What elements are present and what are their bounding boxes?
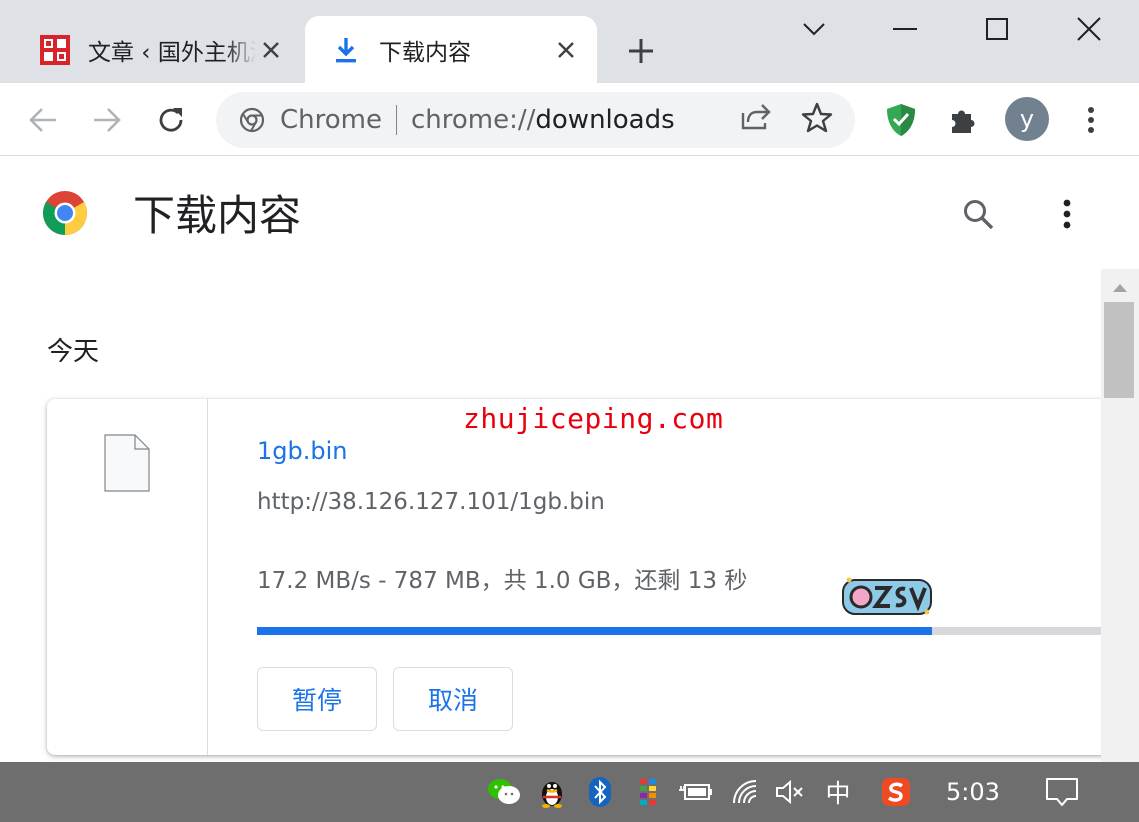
ime-indicator[interactable]: 中 bbox=[818, 762, 858, 822]
new-tab-button[interactable] bbox=[622, 32, 660, 70]
date-header: 今天 bbox=[47, 337, 100, 367]
bluetooth-icon[interactable] bbox=[580, 762, 620, 822]
vertical-scrollbar[interactable] bbox=[1101, 269, 1139, 762]
tab-close-icon[interactable] bbox=[551, 35, 581, 65]
adguard-shield-icon[interactable] bbox=[880, 99, 922, 141]
back-arrow-icon[interactable] bbox=[22, 99, 64, 141]
windows-taskbar: 中 5:03 bbox=[0, 762, 1139, 822]
chrome-site-icon bbox=[238, 106, 266, 134]
scrollbar-thumb[interactable] bbox=[1104, 302, 1134, 398]
cancel-button[interactable]: 取消 bbox=[393, 667, 513, 731]
file-icon bbox=[104, 434, 150, 492]
window-close-icon[interactable] bbox=[1066, 10, 1112, 48]
url-scheme: chrome:// bbox=[410, 105, 536, 135]
minimize-icon[interactable] bbox=[882, 10, 928, 48]
extensions-puzzle-icon[interactable] bbox=[942, 99, 984, 141]
file-source-url[interactable]: http://38.126.127.101/1gb.bin bbox=[257, 489, 605, 515]
wechat-icon[interactable] bbox=[484, 762, 524, 822]
url-path: downloads bbox=[535, 105, 675, 135]
bookmark-star-icon[interactable] bbox=[800, 101, 836, 137]
download-arrow-icon bbox=[329, 33, 363, 67]
volume-muted-icon[interactable] bbox=[770, 762, 810, 822]
page-title: 下载内容 bbox=[133, 191, 302, 240]
notification-center-icon[interactable] bbox=[1040, 762, 1084, 822]
toolbar: Chrome chrome://downloads bbox=[0, 83, 1139, 156]
chrome-menu-kebab-icon[interactable] bbox=[1070, 99, 1112, 141]
scroll-up-arrow-icon[interactable] bbox=[1109, 277, 1131, 299]
qq-penguin-icon[interactable] bbox=[532, 762, 572, 822]
share-icon[interactable] bbox=[738, 99, 774, 135]
color-grid-app-icon[interactable] bbox=[628, 762, 668, 822]
reload-icon[interactable] bbox=[150, 99, 192, 141]
zhujiceping-seal-icon bbox=[38, 33, 72, 67]
download-progress-fill bbox=[257, 627, 933, 635]
omnibox-separator bbox=[395, 105, 397, 135]
file-name-link[interactable]: 1gb.bin bbox=[257, 437, 347, 465]
tab-close-icon[interactable] bbox=[256, 35, 286, 65]
taskbar-clock[interactable]: 5:03 bbox=[946, 762, 1000, 822]
download-status-text: 17.2 MB/s - 787 MB，共 1.0 GB，还剩 13 秒 bbox=[257, 568, 748, 594]
downloads-list: 今天 zhujiceping.com 1gb.bin http://38.126… bbox=[0, 269, 1101, 762]
watermark-text: zhujiceping.com bbox=[463, 402, 724, 435]
pause-button[interactable]: 暂停 bbox=[257, 667, 377, 731]
tab-title: 下载内容 bbox=[379, 39, 471, 66]
site-chip-label: Chrome bbox=[280, 105, 382, 135]
file-icon-column bbox=[47, 399, 208, 755]
download-progress-bar bbox=[257, 627, 1101, 635]
search-downloads-icon[interactable] bbox=[958, 194, 998, 234]
tab-articles[interactable]: 文章 ‹ 国外主机测评 bbox=[22, 16, 302, 83]
maximize-icon[interactable] bbox=[974, 10, 1020, 48]
url-text[interactable]: chrome://downloads bbox=[411, 105, 675, 135]
wifi-icon[interactable] bbox=[726, 762, 766, 822]
profile-avatar[interactable]: y bbox=[1005, 97, 1049, 141]
sogou-input-icon[interactable] bbox=[876, 762, 916, 822]
tab-strip: 文章 ‹ 国外主机测评 下载内容 bbox=[0, 0, 1139, 83]
chrome-logo-icon bbox=[42, 190, 88, 236]
forward-arrow-icon[interactable] bbox=[86, 99, 128, 141]
tab-search-chevron-icon[interactable] bbox=[791, 10, 837, 48]
download-item-card: zhujiceping.com 1gb.bin http://38.126.12… bbox=[47, 399, 1101, 755]
battery-charging-icon[interactable] bbox=[676, 762, 716, 822]
tab-downloads[interactable]: 下载内容 bbox=[305, 16, 597, 83]
ozsv-sticker-logo bbox=[839, 572, 935, 620]
downloads-more-kebab-icon[interactable] bbox=[1048, 194, 1086, 234]
tab-title: 文章 ‹ 国外主机测评 bbox=[88, 39, 256, 66]
